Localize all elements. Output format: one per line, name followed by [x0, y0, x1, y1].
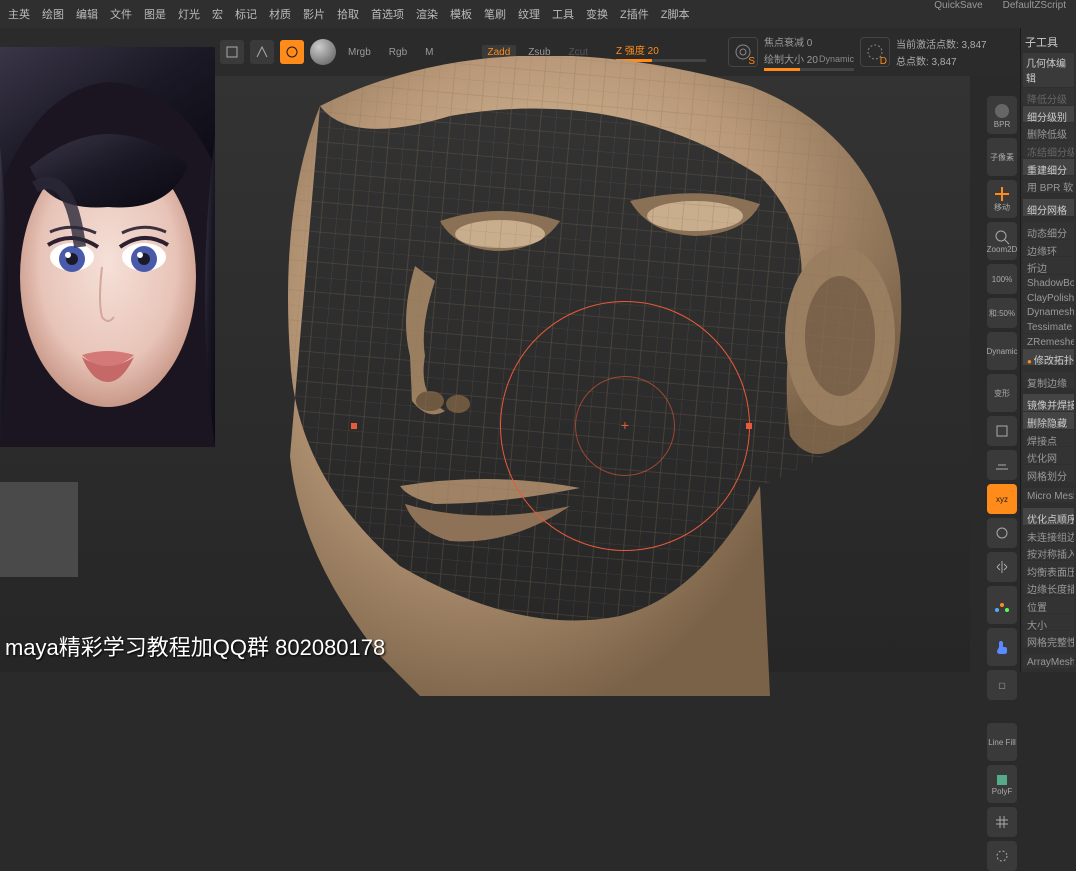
bottom-panel — [0, 482, 78, 577]
frame-button[interactable]: ▢ — [987, 670, 1017, 700]
head-model — [200, 56, 940, 696]
menu-item[interactable]: 材质 — [269, 6, 291, 22]
menu-item[interactable]: 模板 — [450, 6, 472, 22]
fifty-button[interactable]: 和:50% — [987, 298, 1017, 328]
modify-topo[interactable]: 修改拓扑 — [1023, 349, 1074, 366]
menu-item[interactable]: 纹理 — [518, 6, 540, 22]
panel-item[interactable]: 删除隐藏 — [1023, 412, 1074, 429]
panel-item[interactable]: 边缘长度插 — [1023, 578, 1074, 595]
linefill-button[interactable]: Line Fill — [987, 723, 1017, 761]
panel-item[interactable]: 复制边缘 — [1023, 372, 1074, 389]
panel-item[interactable]: 降低分级 — [1023, 88, 1074, 105]
right-toolbar: BPR 子像素 移动 Zoom2D 100% 和:50% Dynamic 变形 … — [986, 96, 1018, 871]
subtool-button[interactable]: 子像素 — [987, 138, 1017, 176]
right-panel: 子工具 几何体编辑 降低分级 细分级别 删除低级 冻结细分级 重建细分 用 BP… — [1020, 28, 1076, 672]
floor-button[interactable] — [987, 450, 1017, 480]
panel-item[interactable]: 均衡表面压 — [1023, 561, 1074, 578]
gizmo-button[interactable] — [987, 586, 1017, 624]
panel-item[interactable]: 未连接组边 — [1023, 526, 1074, 543]
remesh-item[interactable]: 重建细分 — [1023, 159, 1074, 176]
transform-button[interactable]: 变形 — [987, 374, 1017, 412]
menu-item[interactable]: 变换 — [586, 6, 608, 22]
menu-item[interactable]: Z插件 — [620, 6, 649, 22]
active-points: 当前激活点数: 3,847 — [896, 36, 987, 51]
menu-item[interactable]: 渲染 — [416, 6, 438, 22]
polyf-button[interactable]: PolyF — [987, 765, 1017, 803]
panel-item[interactable]: 网格划分 — [1023, 465, 1074, 482]
panel-item[interactable]: 焊接点 — [1023, 430, 1074, 447]
persp-button[interactable] — [987, 416, 1017, 446]
menu-item[interactable]: 文件 — [110, 6, 132, 22]
move-button[interactable]: 移动 — [987, 180, 1017, 218]
panel-item[interactable]: 按对称插入 — [1023, 543, 1074, 560]
menu-item[interactable]: 主英 — [8, 6, 30, 22]
panel-item[interactable]: 优化网 — [1023, 447, 1074, 464]
panel-title[interactable]: 子工具 — [1023, 32, 1074, 52]
menu-item[interactable]: 工具 — [552, 6, 574, 22]
menu-item[interactable]: 宏 — [212, 6, 223, 22]
panel-item[interactable]: 删除低级 — [1023, 123, 1074, 140]
panel-item[interactable]: Dynamesh — [1023, 304, 1074, 318]
script-label[interactable]: DefaultZScript — [1003, 0, 1066, 18]
bpr-soft-item[interactable]: 用 BPR 软 — [1023, 176, 1074, 193]
panel-item[interactable]: ZRemeshe — [1023, 334, 1074, 348]
panel-item[interactable]: 折边 — [1023, 257, 1074, 274]
panel-item[interactable]: ArrayMesh — [1023, 654, 1074, 668]
quicksave-label[interactable]: QuickSave — [934, 0, 982, 18]
dynamic-button[interactable]: Dynamic — [987, 332, 1017, 370]
sdiv-item[interactable]: 细分网格 — [1023, 199, 1074, 216]
menu-item[interactable]: 影片 — [303, 6, 325, 22]
panel-item[interactable]: ClayPolish — [1023, 290, 1074, 304]
hand-button[interactable] — [987, 628, 1017, 666]
menu-item[interactable]: 灯光 — [178, 6, 200, 22]
focal-label: 焦点衰减 0 — [764, 34, 854, 49]
watermark-text: maya精彩学习教程加QQ群 802080178 — [5, 630, 385, 662]
panel-item[interactable]: Micro Mesh — [1023, 488, 1074, 502]
panel-item[interactable]: 网格完整性 — [1023, 631, 1074, 648]
panel-item[interactable]: Tessimate — [1023, 319, 1074, 333]
reference-image[interactable] — [0, 47, 215, 447]
menu-item[interactable]: 拾取 — [337, 6, 359, 22]
menu-item[interactable]: 标记 — [235, 6, 257, 22]
panel-item[interactable]: 动态细分 — [1023, 222, 1074, 239]
zoom-button[interactable]: Zoom2D — [987, 222, 1017, 260]
panel-item[interactable]: 大小 — [1023, 614, 1074, 631]
menu-item[interactable]: 笔刷 — [484, 6, 506, 22]
menu-item[interactable]: 图是 — [144, 6, 166, 22]
intensity-label: Z 强度 20 — [616, 42, 706, 57]
panel-item[interactable]: 冻结细分级 — [1023, 141, 1074, 158]
panel-item[interactable]: 镜像并焊接 — [1023, 394, 1074, 411]
symm-button[interactable] — [987, 552, 1017, 582]
bpr-button[interactable]: BPR — [987, 96, 1017, 134]
main-menubar: 主英 绘图 编辑 文件 图是 灯光 宏 标记 材质 影片 拾取 首选项 渲染 模… — [0, 0, 1076, 28]
menu-item[interactable]: 绘图 — [42, 6, 64, 22]
panel-item[interactable]: 位置 — [1023, 596, 1074, 613]
geo-section[interactable]: 几何体编辑 — [1023, 53, 1074, 87]
local-button[interactable] — [987, 518, 1017, 548]
panel-item[interactable]: ShadowBox — [1023, 275, 1074, 289]
menu-item[interactable]: Z脚本 — [661, 6, 690, 22]
menu-item[interactable]: 编辑 — [76, 6, 98, 22]
hundred-button[interactable]: 100% — [987, 264, 1017, 294]
menu-item[interactable]: 首选项 — [371, 6, 404, 22]
transp-button[interactable] — [987, 841, 1017, 871]
panel-item[interactable]: 优化点顺序 — [1023, 508, 1074, 525]
xyz-button[interactable]: xyz — [987, 484, 1017, 514]
panel-item[interactable]: 边缘环 — [1023, 240, 1074, 257]
divide-label[interactable]: 细分级别 — [1023, 106, 1074, 123]
grid-button[interactable] — [987, 807, 1017, 837]
